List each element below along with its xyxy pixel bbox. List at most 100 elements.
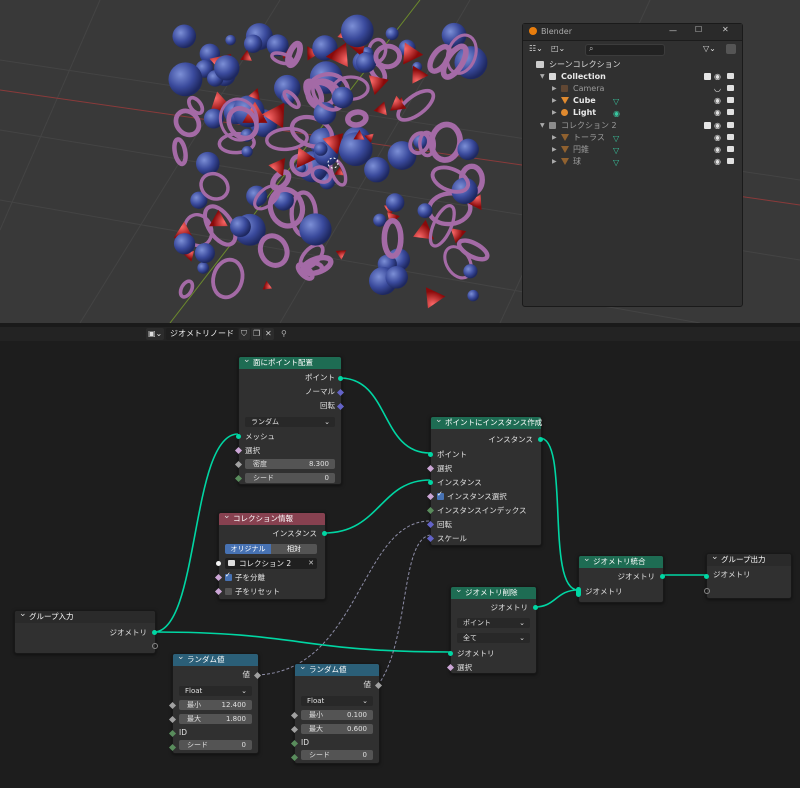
node-editor-canvas[interactable]: 面にポイント配置 ポイント ノーマル 回転 ランダム ⌄ メッシュ 選択 密度 8.… (0, 341, 800, 788)
seed-field[interactable]: シード 0 (179, 740, 252, 750)
seed-field[interactable]: シード 0 (245, 473, 335, 483)
modifier-icon[interactable]: ▽ (613, 157, 619, 169)
transform-relative-toggle[interactable]: 相対 (271, 544, 317, 554)
outliner-item-mesh[interactable]: ▶ トーラス ▽ ◉ (523, 132, 742, 144)
node-tree-name-field[interactable]: ジオメトリノード (166, 328, 238, 340)
collection-field[interactable]: コレクション 2 ✕ (225, 558, 317, 569)
min-field[interactable]: 最小 0.100 (301, 710, 373, 720)
max-field[interactable]: 最大 0.600 (301, 724, 373, 734)
socket-points-in[interactable] (428, 452, 433, 457)
eye-icon[interactable]: ◉ (714, 132, 721, 144)
eye-icon[interactable]: ◉ (714, 107, 721, 119)
socket-collection-in[interactable] (216, 561, 221, 566)
exclude-checkbox[interactable] (704, 73, 711, 80)
node-random-value-2[interactable]: ランダム値 値 Float ⌄ 最小 0.100 最大 0.600 ID シード 0 (290, 661, 383, 764)
outliner-window[interactable]: Blender — ☐ ✕ ☷⌄ ◰⌄ ⌕ ▽⌄ シーンコレクション ▼ Coll… (522, 23, 743, 307)
node-header[interactable]: ジオメトリ削除 (451, 584, 536, 599)
node-delete-geometry[interactable]: ジオメトリ削除 ジオメトリ ポイント ⌄ 全て ⌄ ジオメトリ 選択 (446, 584, 538, 674)
node-header[interactable]: グループ入力 (15, 608, 155, 623)
render-camera-icon[interactable] (727, 146, 734, 152)
socket-instances-out[interactable] (538, 437, 543, 442)
socket-geometry-out[interactable] (152, 630, 157, 635)
node-header[interactable]: グループ出力 (707, 551, 791, 566)
outliner-item-collection[interactable]: ▼ コレクション 2 ◉ (523, 120, 742, 132)
chevron-down-icon[interactable]: ▼ (540, 71, 545, 83)
chevron-down-icon[interactable]: ▼ (540, 120, 545, 132)
distribute-mode-select[interactable]: ランダム ⌄ (245, 417, 335, 427)
node-random-value-1[interactable]: ランダム値 値 Float ⌄ 最小 12.400 最大 1.800 ID シード 0 (168, 651, 262, 754)
node-header[interactable]: ポイントにインスタンス作成 (431, 414, 542, 429)
node-group-output[interactable]: グループ出力 ジオメトリ (704, 551, 792, 599)
node-instance-on-points[interactable]: ポイントにインスタンス作成 インスタンス ポイント 選択 インスタンス インスタ… (426, 414, 543, 546)
chevron-right-icon[interactable]: ▶ (552, 83, 557, 95)
new-collection-icon[interactable] (726, 44, 736, 54)
outliner-item-mesh[interactable]: ▶ Cube ▽ ◉ (523, 95, 742, 107)
socket-geometry-in[interactable] (704, 574, 709, 579)
node-header[interactable]: コレクション情報 (219, 510, 325, 525)
eye-icon[interactable]: ◉ (714, 71, 721, 83)
transform-original-toggle[interactable]: オリジナル (225, 544, 271, 554)
node-header[interactable]: ジオメトリ統合 (579, 553, 663, 568)
editor-type-dropdown[interactable]: ▣⌄ (146, 328, 164, 340)
scene-collection-row[interactable]: シーンコレクション (523, 59, 742, 71)
render-camera-icon[interactable] (727, 109, 734, 115)
node-group-input[interactable]: グループ入力 ジオメトリ (14, 608, 158, 654)
render-camera-icon[interactable] (727, 134, 734, 140)
eye-closed-icon[interactable]: ◡ (714, 83, 721, 95)
outliner-item-light[interactable]: ▶ Light ◉ ◉ (523, 107, 742, 119)
clear-icon[interactable]: ✕ (308, 558, 314, 569)
eye-icon[interactable]: ◉ (714, 144, 721, 156)
display-mode-dropdown[interactable]: ☷⌄ (529, 44, 547, 54)
filter-restriction-dropdown[interactable]: ◰⌄ (551, 44, 569, 54)
chevron-right-icon[interactable]: ▶ (552, 156, 557, 168)
eye-icon[interactable]: ◉ (714, 120, 721, 132)
outliner-item-mesh[interactable]: ▶ 円錐 ▽ ◉ (523, 144, 742, 156)
minimize-icon[interactable]: — (669, 26, 677, 35)
socket-geometry-out[interactable] (533, 605, 538, 610)
chevron-right-icon[interactable]: ▶ (552, 107, 557, 119)
reset-children-checkbox[interactable] (225, 588, 232, 595)
render-camera-icon[interactable] (727, 97, 734, 103)
render-camera-icon[interactable] (727, 158, 734, 164)
duplicate-icon[interactable]: ❐ (251, 328, 262, 340)
render-camera-icon[interactable] (727, 85, 734, 91)
node-join-geometry[interactable]: ジオメトリ統合 ジオメトリ ジオメトリ (576, 553, 665, 603)
socket-empty-out[interactable] (152, 643, 158, 649)
separate-children-checkbox[interactable] (225, 571, 232, 581)
socket-geometry-multi-in[interactable] (576, 587, 581, 597)
density-field[interactable]: 密度 8.300 (245, 459, 335, 469)
chevron-right-icon[interactable]: ▶ (552, 144, 557, 156)
unlink-icon[interactable]: ✕ (263, 328, 274, 340)
seed-field[interactable]: シード 0 (301, 750, 373, 760)
chevron-right-icon[interactable]: ▶ (552, 132, 557, 144)
modifier-icon[interactable]: ◉ (613, 108, 620, 120)
node-distribute-points[interactable]: 面にポイント配置 ポイント ノーマル 回転 ランダム ⌄ メッシュ 選択 密度 8.… (234, 354, 345, 485)
exclude-checkbox[interactable] (704, 122, 711, 129)
node-header[interactable]: ランダム値 (173, 651, 258, 666)
outliner-item-camera[interactable]: ▶ Camera ◡ (523, 83, 742, 95)
socket-points-out[interactable] (338, 376, 343, 381)
data-type-select[interactable]: Float ⌄ (301, 696, 373, 706)
pick-instance-checkbox[interactable] (437, 490, 444, 500)
socket-mesh-in[interactable] (236, 434, 241, 439)
node-header[interactable]: 面にポイント配置 (239, 354, 341, 369)
domain-select[interactable]: ポイント ⌄ (457, 618, 530, 628)
socket-instance-in[interactable] (428, 480, 433, 485)
socket-geometry-in[interactable] (448, 651, 453, 656)
filter-icon[interactable]: ▽⌄ (703, 44, 716, 53)
close-icon[interactable]: ✕ (722, 25, 729, 34)
pin-icon[interactable]: ⚲ (281, 328, 287, 340)
chevron-right-icon[interactable]: ▶ (552, 95, 557, 107)
render-camera-icon[interactable] (727, 122, 734, 128)
socket-instances-out[interactable] (322, 531, 327, 536)
fake-user-icon[interactable]: ⛉ (239, 328, 250, 340)
node-header[interactable]: ランダム値 (295, 661, 379, 676)
outliner-item-mesh[interactable]: ▶ 球 ▽ ◉ (523, 156, 742, 168)
maximize-icon[interactable]: ☐ (695, 25, 702, 34)
max-field[interactable]: 最大 1.800 (179, 714, 252, 724)
render-camera-icon[interactable] (727, 73, 734, 79)
search-input[interactable]: ⌕ (585, 44, 665, 56)
eye-icon[interactable]: ◉ (714, 95, 721, 107)
socket-empty-in[interactable] (704, 588, 710, 594)
min-field[interactable]: 最小 12.400 (179, 700, 252, 710)
